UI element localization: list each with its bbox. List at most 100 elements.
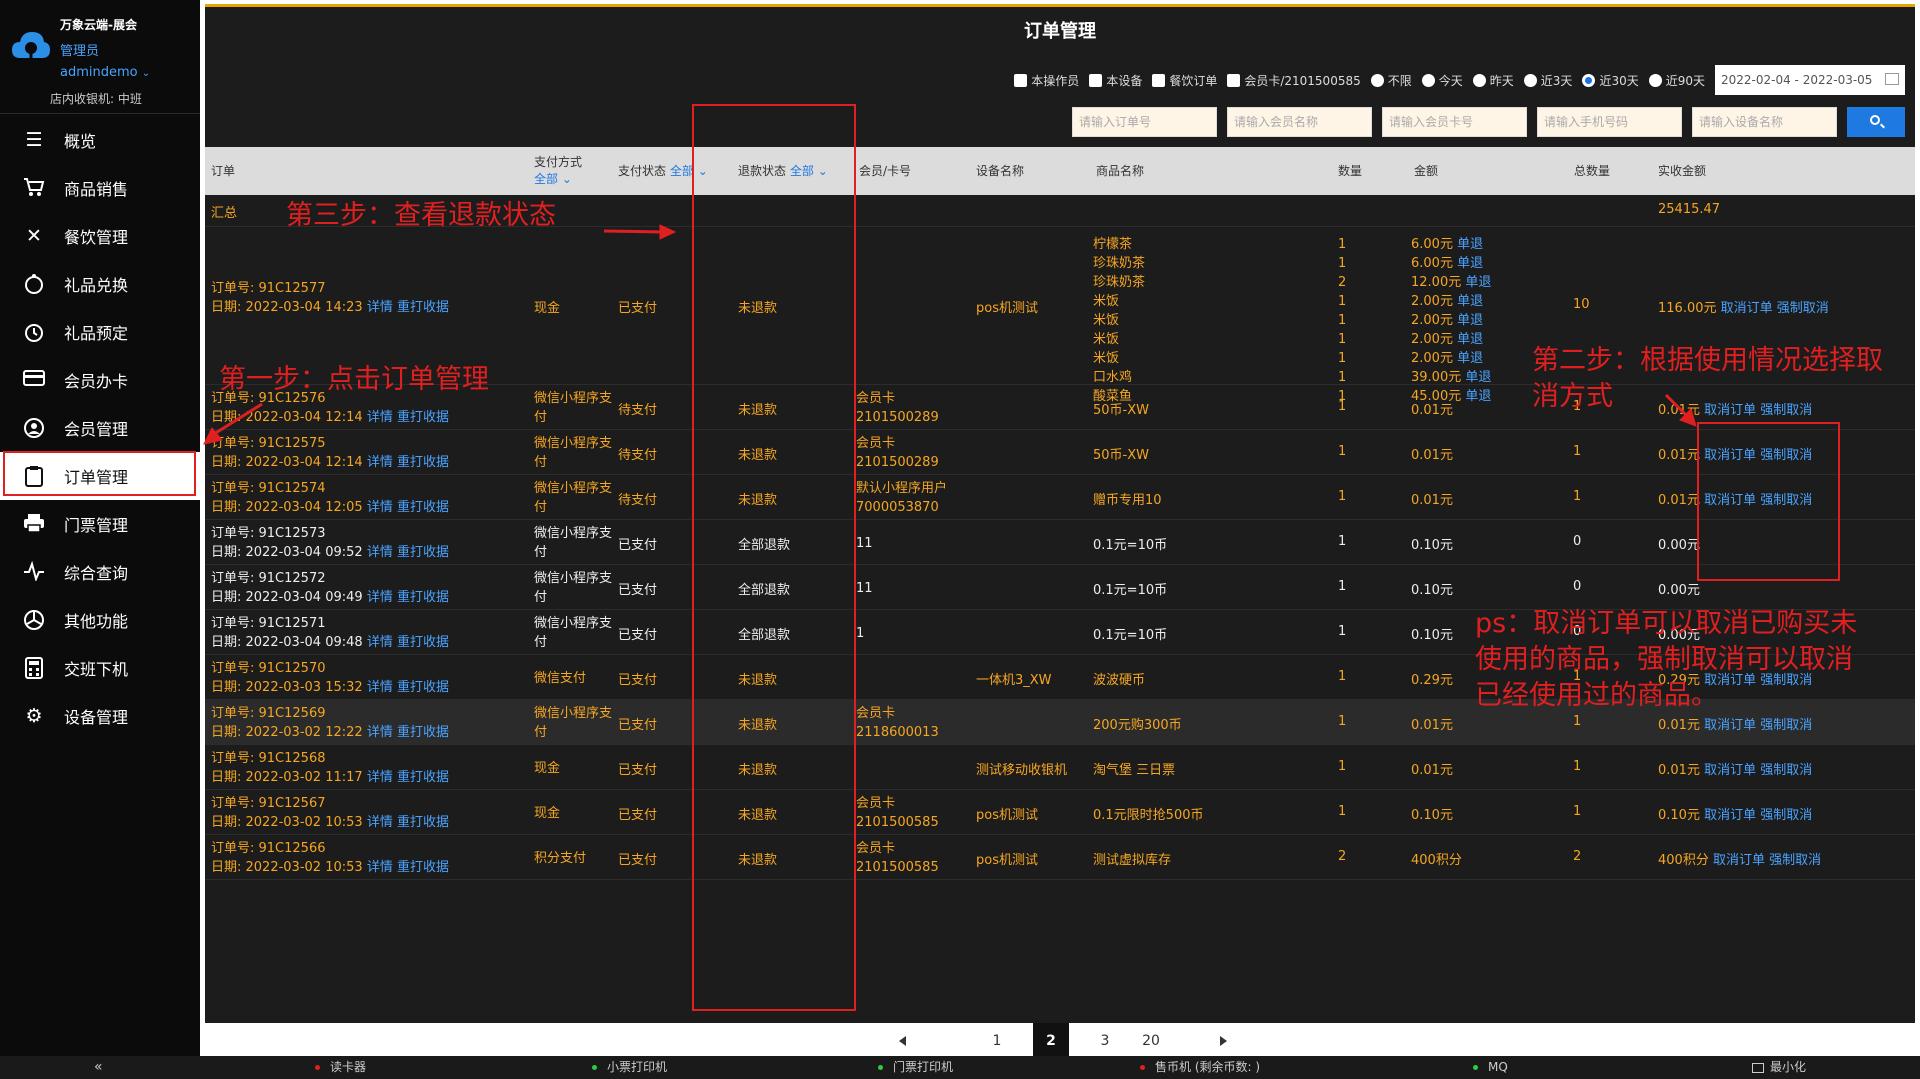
detail-link[interactable]: 详情 [367, 410, 393, 425]
table-row[interactable]: 订单号: 91C12573 日期: 2022-03-04 09:52 详情 重打收… [205, 520, 1915, 565]
order-number-input[interactable]: 请输入订单号 [1072, 107, 1217, 137]
minimize-button[interactable]: 最小化 [1752, 1056, 1806, 1079]
radio[interactable] [1370, 73, 1384, 87]
detail-link[interactable]: 详情 [367, 300, 393, 315]
filter-this-operator[interactable]: 本操作员 [1014, 72, 1079, 89]
item-refund-link[interactable]: 单退 [1453, 237, 1483, 252]
filter-this-device[interactable]: 本设备 [1089, 72, 1142, 89]
radio-selected[interactable] [1582, 73, 1596, 87]
table-row[interactable]: 订单号: 91C12567 日期: 2022-03-02 10:53 详情 重打收… [205, 790, 1915, 835]
reprint-receipt-link[interactable]: 重打收据 [397, 680, 449, 695]
sidebar-item-gift-reservation[interactable]: 礼品预定 [0, 308, 200, 356]
detail-link[interactable]: 详情 [367, 500, 393, 515]
detail-link[interactable]: 详情 [367, 545, 393, 560]
detail-link[interactable]: 详情 [367, 725, 393, 740]
reprint-receipt-link[interactable]: 重打收据 [397, 725, 449, 740]
sidebar-item-shift-handover[interactable]: 交班下机 [0, 644, 200, 692]
reprint-receipt-link[interactable]: 重打收据 [397, 860, 449, 875]
phone-input[interactable]: 请输入手机号码 [1537, 107, 1682, 137]
sidebar-item-product-sales[interactable]: 商品销售 [0, 164, 200, 212]
sidebar-item-overview[interactable]: ☰ 概览 [0, 116, 200, 164]
table-row[interactable]: 订单号: 91C12575 日期: 2022-03-04 12:14 详情 重打收… [205, 430, 1915, 475]
table-row[interactable]: 订单号: 91C12568 日期: 2022-03-02 11:17 详情 重打收… [205, 745, 1915, 790]
sidebar-item-gift-exchange[interactable]: 礼品兑换 [0, 260, 200, 308]
reprint-receipt-link[interactable]: 重打收据 [397, 590, 449, 605]
sidebar-item-other-functions[interactable]: 其他功能 [0, 596, 200, 644]
radio-today[interactable]: 今天 [1421, 72, 1463, 89]
member-card-input[interactable]: 请输入会员卡号 [1382, 107, 1527, 137]
page-3[interactable]: 3 [1087, 1023, 1123, 1059]
force-cancel-link[interactable]: 强制取消 [1760, 718, 1812, 733]
sidebar-item-member-management[interactable]: 会员管理 [0, 404, 200, 452]
cancel-order-link[interactable]: 取消订单 [1704, 808, 1756, 823]
item-refund-link[interactable]: 单退 [1453, 294, 1483, 309]
table-row[interactable]: 订单号: 91C12566 日期: 2022-03-02 10:53 详情 重打收… [205, 835, 1915, 880]
radio-30-days[interactable]: 近30天 [1582, 72, 1639, 89]
radio[interactable] [1421, 73, 1435, 87]
sidebar-item-ticket-management[interactable]: 门票管理 [0, 500, 200, 548]
collapse-sidebar-button[interactable]: « [94, 1056, 103, 1079]
detail-link[interactable]: 详情 [367, 635, 393, 650]
radio[interactable] [1648, 73, 1662, 87]
item-refund-link[interactable]: 单退 [1453, 256, 1483, 271]
force-cancel-link[interactable]: 强制取消 [1760, 808, 1812, 823]
item-refund-link[interactable]: 单退 [1453, 332, 1483, 347]
reprint-receipt-link[interactable]: 重打收据 [397, 500, 449, 515]
next-page-icon[interactable] [1220, 1036, 1227, 1046]
cancel-order-link[interactable]: 取消订单 [1713, 853, 1765, 868]
reprint-receipt-link[interactable]: 重打收据 [397, 455, 449, 470]
table-row[interactable]: 订单号: 91C12572 日期: 2022-03-04 09:49 详情 重打收… [205, 565, 1915, 610]
page-1[interactable]: 1 [979, 1023, 1015, 1059]
cancel-order-link[interactable]: 取消订单 [1704, 763, 1756, 778]
checkbox[interactable] [1014, 73, 1028, 87]
table-row[interactable]: 订单号: 91C12574 日期: 2022-03-04 12:05 详情 重打收… [205, 475, 1915, 520]
reprint-receipt-link[interactable]: 重打收据 [397, 635, 449, 650]
checkbox[interactable] [1152, 73, 1166, 87]
detail-link[interactable]: 详情 [367, 455, 393, 470]
date-range-input[interactable]: 2022-02-04 - 2022-03-05 [1715, 65, 1905, 95]
pay-method-filter[interactable]: 全部 ⌄ [534, 171, 582, 188]
filter-catering-orders[interactable]: 餐饮订单 [1152, 72, 1217, 89]
sidebar-item-catering[interactable]: ✕ 餐饮管理 [0, 212, 200, 260]
filter-member-card[interactable]: 会员卡/2101500585 [1227, 72, 1361, 89]
radio-3-days[interactable]: 近3天 [1523, 72, 1572, 89]
reprint-receipt-link[interactable]: 重打收据 [397, 545, 449, 560]
prev-page-icon[interactable] [899, 1036, 906, 1046]
radio-yesterday[interactable]: 昨天 [1472, 72, 1514, 89]
radio[interactable] [1523, 73, 1537, 87]
page-2-current[interactable]: 2 [1033, 1023, 1069, 1059]
force-cancel-link[interactable]: 强制取消 [1769, 853, 1821, 868]
device-name-input[interactable]: 请输入设备名称 [1692, 107, 1837, 137]
item-refund-link[interactable]: 单退 [1453, 351, 1483, 366]
pay-status-filter[interactable]: 全部 [670, 163, 694, 180]
item-refund-link[interactable]: 单退 [1453, 313, 1483, 328]
force-cancel-link[interactable]: 强制取消 [1760, 763, 1812, 778]
member-name-input[interactable]: 请输入会员名称 [1227, 107, 1372, 137]
radio-90-days[interactable]: 近90天 [1648, 72, 1705, 89]
reprint-receipt-link[interactable]: 重打收据 [397, 410, 449, 425]
detail-link[interactable]: 详情 [367, 860, 393, 875]
force-cancel-link[interactable]: 强制取消 [1777, 301, 1829, 316]
sidebar-item-member-card[interactable]: 会员办卡 [0, 356, 200, 404]
page-20[interactable]: 20 [1133, 1023, 1169, 1059]
item-refund-link[interactable]: 单退 [1461, 370, 1491, 385]
cancel-order-link[interactable]: 取消订单 [1721, 301, 1773, 316]
radio-all-time[interactable]: 不限 [1370, 72, 1412, 89]
sidebar-item-query[interactable]: 综合查询 [0, 548, 200, 596]
reprint-receipt-link[interactable]: 重打收据 [397, 815, 449, 830]
detail-link[interactable]: 详情 [367, 770, 393, 785]
sidebar-item-device-management[interactable]: ⚙ 设备管理 [0, 692, 200, 740]
detail-link[interactable]: 详情 [367, 815, 393, 830]
detail-link[interactable]: 详情 [367, 680, 393, 695]
checkbox[interactable] [1227, 73, 1241, 87]
col-pay-method[interactable]: 支付方式 全部 ⌄ [534, 147, 582, 195]
user-menu[interactable]: admindemo ⌄ [60, 65, 150, 80]
checkbox[interactable] [1089, 73, 1103, 87]
radio[interactable] [1472, 73, 1486, 87]
reprint-receipt-link[interactable]: 重打收据 [397, 300, 449, 315]
search-button[interactable] [1847, 107, 1905, 137]
reprint-receipt-link[interactable]: 重打收据 [397, 770, 449, 785]
item-refund-link[interactable]: 单退 [1461, 275, 1491, 290]
detail-link[interactable]: 详情 [367, 590, 393, 605]
cancel-order-link[interactable]: 取消订单 [1704, 718, 1756, 733]
